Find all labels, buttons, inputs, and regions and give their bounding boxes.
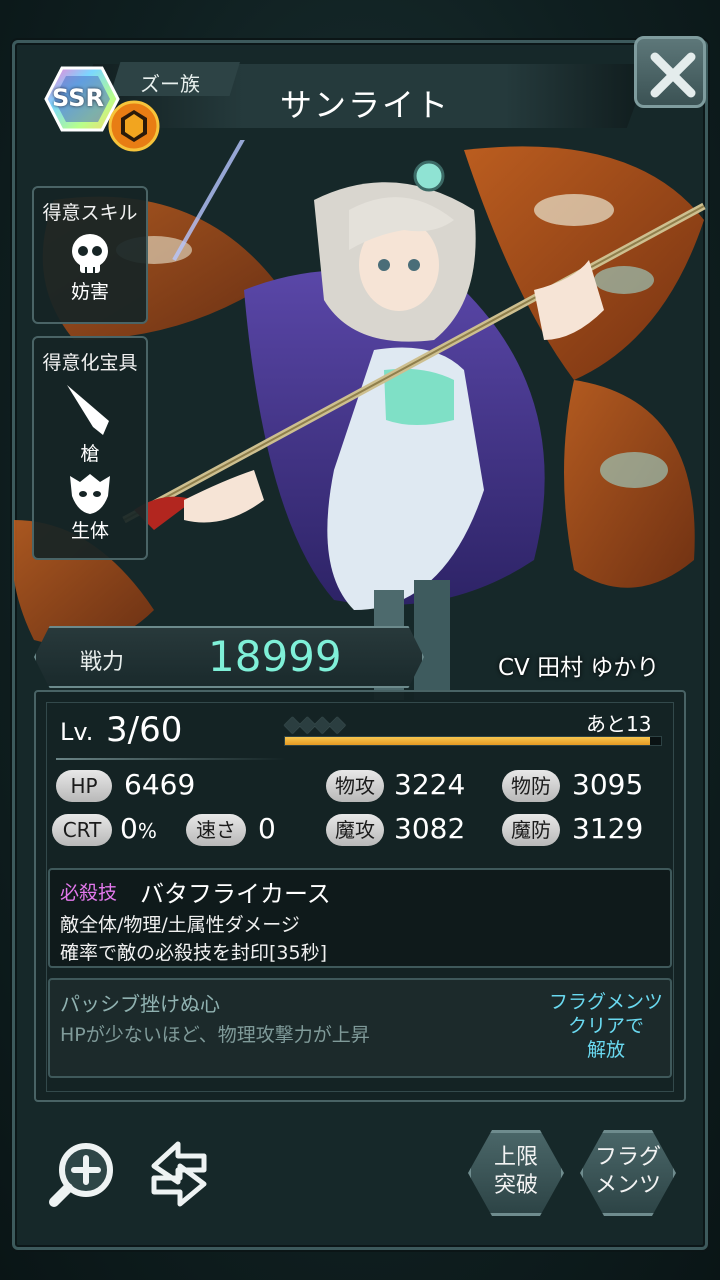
mdef-chip: 魔防 <box>502 814 560 846</box>
close-button[interactable] <box>634 36 706 108</box>
fragments-line-1: フラグ <box>594 1145 661 1170</box>
exp-bar <box>284 736 662 746</box>
patk-value: 3224 <box>394 768 466 801</box>
treasure-panel: 得意化宝具 槍 生体 <box>32 336 148 560</box>
exp-bar-fill <box>285 737 650 745</box>
close-icon <box>650 52 696 98</box>
unlock-line-1: フラグメンツ <box>548 991 663 1013</box>
level-divider <box>56 758 286 760</box>
speed-value: 0 <box>258 812 276 845</box>
crt-value: 0% <box>120 812 157 845</box>
level-value: 3/60 <box>106 710 183 750</box>
unit-name: サンライト <box>280 86 451 124</box>
tribe-label: ズー族 <box>140 72 200 96</box>
special-skill-effect-1: 敵全体/物理/土属性ダメージ <box>60 914 300 936</box>
skill-type-panel: 得意スキル 妨害 <box>32 186 148 324</box>
fragments-line-2: メンツ <box>594 1173 661 1198</box>
crt-chip: CRT <box>52 814 112 846</box>
patk-chip: 物攻 <box>326 770 384 802</box>
target-type-label: 生体 <box>70 520 109 542</box>
earth-element-icon <box>106 100 162 152</box>
special-skill-effect-2: 確率で敵の必殺技を封印[35秒] <box>60 942 328 964</box>
hp-chip: HP <box>56 770 112 802</box>
fragments-label: フラグ メンツ <box>580 1144 676 1200</box>
skill-type-label: 妨害 <box>70 281 109 303</box>
speed-chip: 速さ <box>186 814 246 846</box>
power-label: 戦力 <box>80 650 125 675</box>
power-value: 18999 <box>208 632 342 681</box>
mdef-value: 3129 <box>572 812 644 845</box>
special-skill-tag: 必殺技 <box>60 882 118 904</box>
zoom-button[interactable] <box>46 1140 122 1214</box>
limit-break-label: 上限 突破 <box>468 1144 564 1200</box>
pdef-value: 3095 <box>572 768 644 801</box>
passive-skill-name: パッシブ挫けぬ心 <box>60 992 220 1016</box>
limit-break-line-1: 上限 <box>493 1145 538 1170</box>
creature-icon <box>70 474 110 514</box>
voice-actor: CV 田村 ゆかり <box>498 655 660 681</box>
pdef-chip: 物防 <box>502 770 560 802</box>
matk-chip: 魔攻 <box>326 814 384 846</box>
skill-type-title: 得意スキル <box>42 202 138 224</box>
swap-arrows-icon <box>151 1141 207 1207</box>
hp-value: 6469 <box>124 768 196 801</box>
weapon-type-label: 槍 <box>80 443 100 465</box>
rarity-label: SSR <box>52 84 104 112</box>
skull-icon <box>72 234 108 273</box>
special-skill-name: バタフライカース <box>140 880 331 908</box>
passive-unlock-note: フラグメンツ クリアで 解放 <box>540 990 672 1062</box>
level-label: Lv. <box>60 718 94 746</box>
swap-view-button[interactable] <box>138 1140 220 1214</box>
treasure-title: 得意化宝具 <box>42 352 138 374</box>
limit-break-line-2: 突破 <box>493 1173 538 1198</box>
spear-icon <box>67 385 109 435</box>
unlock-line-2: クリアで <box>567 1015 644 1037</box>
matk-value: 3082 <box>394 812 466 845</box>
passive-skill-desc: HPが少ないほど、物理攻撃力が上昇 <box>60 1024 370 1046</box>
awaken-stars: ◆◆◆◆ <box>284 712 346 737</box>
exp-remaining: あと13 <box>586 712 652 736</box>
zoom-in-icon <box>49 1143 113 1207</box>
unlock-line-3: 解放 <box>586 1039 625 1061</box>
